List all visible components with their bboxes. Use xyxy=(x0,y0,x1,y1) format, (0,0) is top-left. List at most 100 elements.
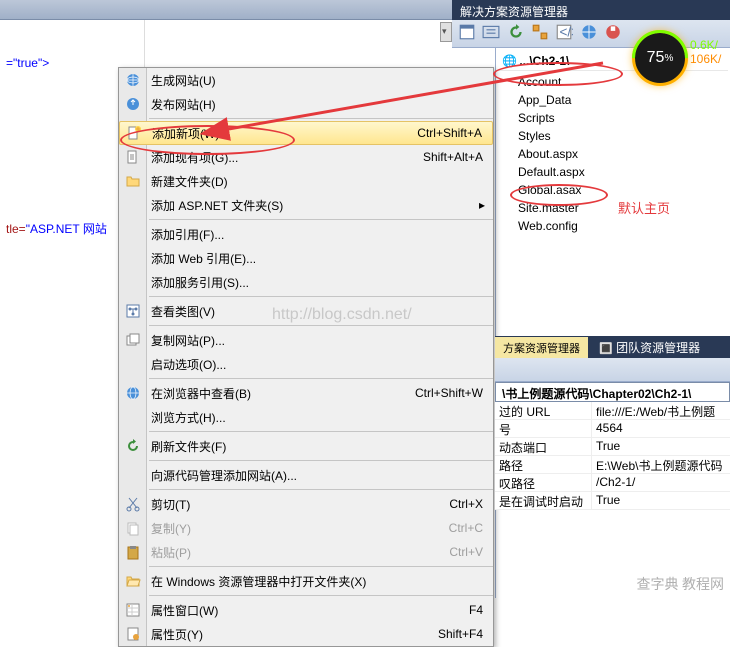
menu-separator xyxy=(149,566,493,567)
property-row[interactable]: 是在调试时启动True xyxy=(495,492,730,510)
menu-item-17[interactable]: 复制(Y)Ctrl+C xyxy=(119,516,493,540)
menu-item-3[interactable]: 添加现有项(G)...Shift+Alt+A xyxy=(119,145,493,169)
menu-shortcut: Shift+Alt+A xyxy=(423,150,493,164)
menu-separator xyxy=(149,595,493,596)
menu-item-8[interactable]: 添加服务引用(S)... xyxy=(119,270,493,294)
menu-shortcut: F4 xyxy=(469,603,493,617)
menu-shortcut: Shift+F4 xyxy=(438,627,493,641)
menu-item-14[interactable]: 刷新文件夹(F) xyxy=(119,434,493,458)
menu-label: 在浏览器中查看(B) xyxy=(145,385,415,402)
property-row[interactable]: 过的 URLfile:///E:/Web/书上例题 xyxy=(495,402,730,420)
property-value: True xyxy=(592,492,730,509)
blank-icon xyxy=(121,465,145,485)
menu-label: 启动选项(O)... xyxy=(145,356,483,373)
menu-item-4[interactable]: 新建文件夹(D) xyxy=(119,169,493,193)
menu-separator xyxy=(149,460,493,461)
menu-item-11[interactable]: 启动选项(O)... xyxy=(119,352,493,376)
menu-label: 添加新项(W)... xyxy=(146,125,417,142)
menu-item-9[interactable]: 查看类图(V) xyxy=(119,299,493,323)
menu-item-15[interactable]: 向源代码管理添加网站(A)... xyxy=(119,463,493,487)
menu-label: 添加引用(F)... xyxy=(145,226,483,243)
existitem-icon xyxy=(121,147,145,167)
proppage-icon xyxy=(121,624,145,644)
tab-team-explorer[interactable]: 🔳 团队资源管理器 xyxy=(591,336,708,358)
tree-item-scripts[interactable]: Scripts xyxy=(496,109,728,127)
show-all-icon[interactable] xyxy=(482,23,500,41)
property-row[interactable]: 路径E:\Web\书上例题源代码 xyxy=(495,456,730,474)
openfolder-icon xyxy=(121,571,145,591)
menu-item-5[interactable]: 添加 ASP.NET 文件夹(S)▸ xyxy=(119,193,493,217)
menu-label: 添加 Web 引用(E)... xyxy=(145,250,483,267)
nest-icon[interactable] xyxy=(531,23,549,41)
classview-icon xyxy=(121,301,145,321)
properties-path: \书上例题源代码\Chapter02\Ch2-1\ xyxy=(495,382,730,402)
menu-label: 添加服务引用(S)... xyxy=(145,274,483,291)
menu-item-0[interactable]: 生成网站(U) xyxy=(119,68,493,92)
blank-icon xyxy=(121,407,145,427)
tree-item-web-config[interactable]: Web.config xyxy=(496,217,728,235)
menu-separator xyxy=(149,431,493,432)
menu-item-10[interactable]: 复制网站(P)... xyxy=(119,328,493,352)
bottom-tab-bar: 方案资源管理器 🔳 团队资源管理器 xyxy=(495,336,730,358)
cut-icon xyxy=(121,494,145,514)
property-row[interactable]: 动态端口True xyxy=(495,438,730,456)
menu-separator xyxy=(149,219,493,220)
properties-icon[interactable] xyxy=(458,23,476,41)
editor-dropdown-button[interactable] xyxy=(440,22,452,42)
tree-item-site-master[interactable]: Site.master xyxy=(496,199,728,217)
menu-shortcut: Ctrl+X xyxy=(449,497,493,511)
menu-shortcut: Ctrl+C xyxy=(449,521,493,535)
menu-label: 添加现有项(G)... xyxy=(145,149,423,166)
asp-config-icon[interactable] xyxy=(604,23,622,41)
menu-item-16[interactable]: 剪切(T)Ctrl+X xyxy=(119,492,493,516)
menu-label: 生成网站(U) xyxy=(145,72,483,89)
menu-item-18[interactable]: 粘贴(P)Ctrl+V xyxy=(119,540,493,564)
menu-item-13[interactable]: 浏览方式(H)... xyxy=(119,405,493,429)
tree-item-styles[interactable]: Styles xyxy=(496,127,728,145)
menu-separator xyxy=(149,325,493,326)
menu-item-7[interactable]: 添加 Web 引用(E)... xyxy=(119,246,493,270)
tree-item-default-aspx[interactable]: Default.aspx xyxy=(496,163,728,181)
refresh-icon xyxy=(121,436,145,456)
menu-item-6[interactable]: 添加引用(F)... xyxy=(119,222,493,246)
menu-item-12[interactable]: 在浏览器中查看(B)Ctrl+Shift+W xyxy=(119,381,493,405)
blank-icon xyxy=(121,354,145,374)
tree-item-app_data[interactable]: App_Data xyxy=(496,91,728,109)
view-code-icon[interactable]: </> xyxy=(555,23,573,41)
tree-item-about-aspx[interactable]: About.aspx xyxy=(496,145,728,163)
tree-item-global-asax[interactable]: Global.asax xyxy=(496,181,728,199)
menu-label: 添加 ASP.NET 文件夹(S) xyxy=(145,197,479,214)
menu-label: 浏览方式(H)... xyxy=(145,409,483,426)
menu-shortcut: Ctrl+V xyxy=(449,545,493,559)
refresh-icon[interactable] xyxy=(507,23,525,41)
menu-item-20[interactable]: 属性窗口(W)F4 xyxy=(119,598,493,622)
property-name: 过的 URL xyxy=(495,402,592,419)
menu-item-19[interactable]: 在 Windows 资源管理器中打开文件夹(X) xyxy=(119,569,493,593)
property-name: 是在调试时启动 xyxy=(495,492,592,509)
tree-root-path: ...\Ch2-1\ xyxy=(519,54,569,68)
property-value: 4564 xyxy=(592,420,730,437)
menu-item-1[interactable]: 发布网站(H) xyxy=(119,92,493,116)
property-name: 路径 xyxy=(495,456,592,473)
copy-icon xyxy=(121,518,145,538)
property-value: file:///E:/Web/书上例题 xyxy=(592,402,730,419)
menu-item-21[interactable]: 属性页(Y)Shift+F4 xyxy=(119,622,493,646)
copy-website-icon[interactable] xyxy=(580,23,598,41)
menu-label: 属性窗口(W) xyxy=(145,602,469,619)
property-name: 号 xyxy=(495,420,592,437)
menu-label: 复制(Y) xyxy=(145,520,449,537)
performance-gauge: 75% 0.6K/ 106K/ xyxy=(632,30,722,86)
blank-icon xyxy=(121,224,145,244)
newitem-icon xyxy=(122,123,146,143)
property-row[interactable]: 号4564 xyxy=(495,420,730,438)
context-menu: 生成网站(U)发布网站(H)添加新项(W)...Ctrl+Shift+A添加现有… xyxy=(118,67,494,647)
menu-item-2[interactable]: 添加新项(W)...Ctrl+Shift+A xyxy=(119,121,493,145)
solution-tree: 🌐 ...\Ch2-1\ AccountApp_DataScriptsStyle… xyxy=(495,48,728,598)
tab-solution-explorer[interactable]: 方案资源管理器 xyxy=(495,337,588,359)
properties-toolbar xyxy=(495,358,730,382)
property-row[interactable]: 叹路径/Ch2-1/ xyxy=(495,474,730,492)
menu-label: 粘贴(P) xyxy=(145,544,449,561)
menu-separator xyxy=(149,118,493,119)
menu-label: 在 Windows 资源管理器中打开文件夹(X) xyxy=(145,573,483,590)
panel-title: 解决方案资源管理器 xyxy=(460,5,568,19)
